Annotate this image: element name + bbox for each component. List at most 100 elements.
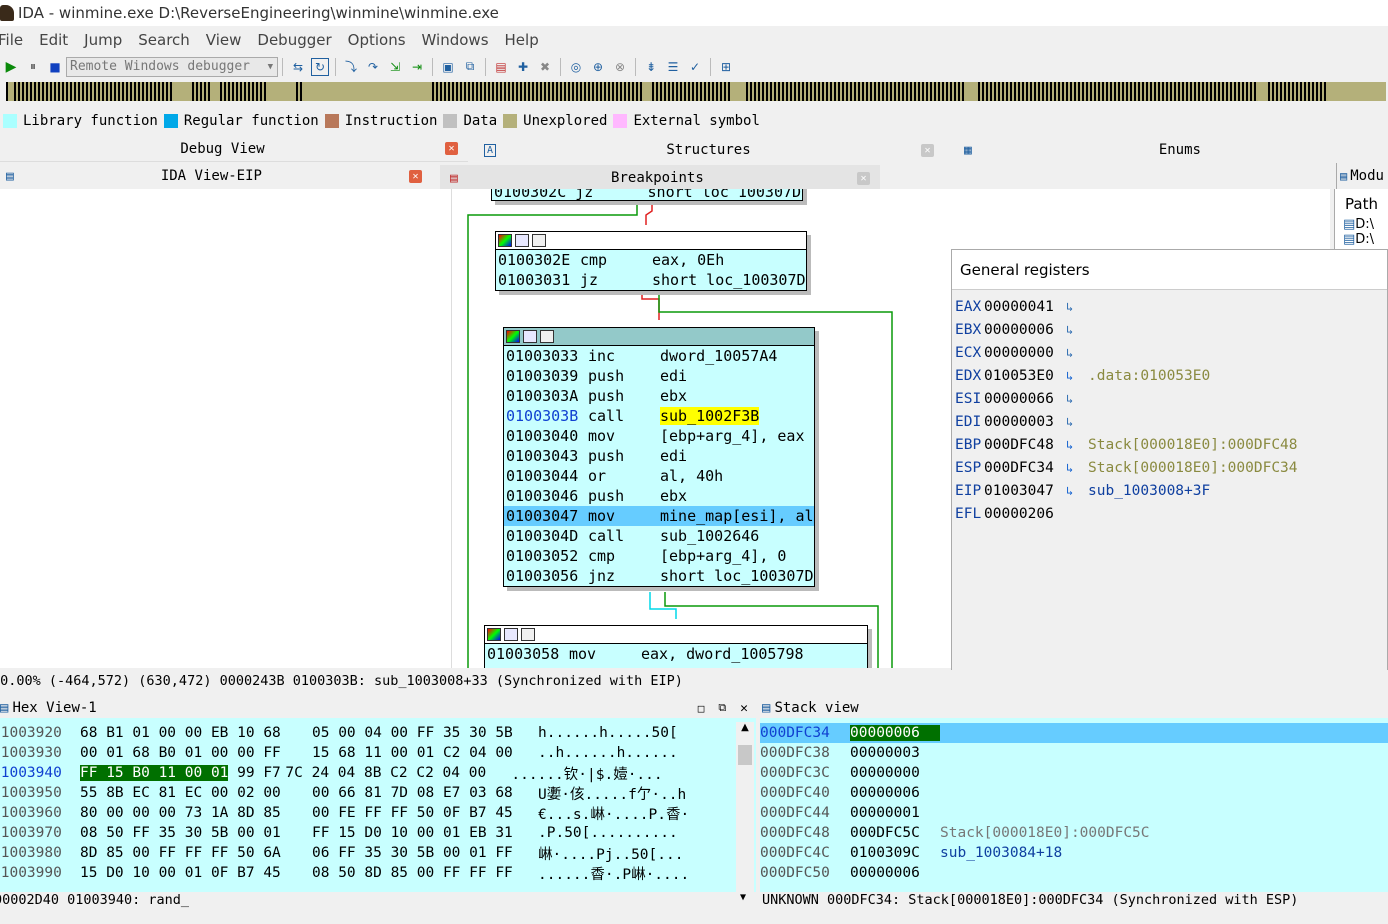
asm-line[interactable]: 0100304D call sub_1002646 [504,526,814,546]
debugger-select[interactable]: Remote Windows debugger ▼ [66,56,278,77]
graph-icon[interactable] [521,628,535,641]
tab-modules[interactable]: ▤ Modu [1336,163,1388,189]
asm-line[interactable]: 01003031 jz short loc_100307D [496,270,806,290]
float-icon[interactable]: ⧉ [718,701,726,715]
delete-breakpoint-icon[interactable]: ✖ [536,58,554,76]
asm-line[interactable]: 01003044 or al, 40h [504,466,814,486]
scroll-up-icon[interactable]: ▲ [736,722,754,733]
hex-row[interactable]: 0100397008 50 FF 35 30 5B 00 01FF 15 D0 … [0,823,756,843]
graph-block-partial-top[interactable]: 0100302C jz short loc_100307D [491,189,803,201]
register-edi[interactable]: EDI 00000003 ↳ [952,410,1387,433]
menu-jump[interactable]: Jump [84,31,122,49]
tab-ida-view-eip[interactable]: ▤ IDA View-EIP ✕ [0,163,432,189]
detach-icon[interactable]: ↻ [311,57,329,76]
menu-file[interactable]: File [0,31,23,49]
stack-row-current[interactable]: 000DFC34 00000006 [760,723,1388,743]
module-row[interactable]: ▤ D:\ [1343,232,1388,247]
register-esp[interactable]: ESP 000DFC34 ↳ Stack[000018E0]:000DFC34 [952,456,1387,479]
asm-line[interactable]: 01003058 mov eax, dword_1005798 [485,644,867,664]
tab-structures[interactable]: A Structures ✕ [472,137,944,163]
modules-icon[interactable]: ⊞ [717,58,735,76]
breakpoint-list-icon[interactable]: ▤ [492,58,510,76]
add-trace-icon[interactable]: ⊕ [589,58,607,76]
stack-row[interactable]: 000DFC38 00000003 [760,743,1388,763]
graph-line-partial[interactable]: 0100302C jz short loc_100307D [492,189,802,200]
stack-row[interactable]: 000DFC4C 0100309C sub_1003084+18 [760,843,1388,863]
hex-row[interactable]: 0100393000 01 68 B0 01 00 00 FF15 68 11 … [0,743,756,763]
menu-options[interactable]: Options [348,31,406,49]
stack-view-pane[interactable]: ▤ Stack view 000DFC34 00000006 000DFC38 00… [760,698,1388,912]
step-into-icon[interactable]: ⤵ [342,58,360,76]
asm-line[interactable]: 0100302E cmp eax, 0Eh [496,250,806,270]
register-efl[interactable]: EFL 00000206 [952,502,1387,525]
register-ebx[interactable]: EBX 00000006 ↳ [952,318,1387,341]
edit-icon[interactable] [504,628,518,641]
hex-row[interactable]: 0100396080 00 00 00 73 1A 8D 8500 FE FF … [0,803,756,823]
stack-row[interactable]: 000DFC50 00000006 [760,863,1388,883]
registers-title[interactable]: General registers [952,250,1387,290]
asm-line[interactable]: 01003040 mov [ebp+arg_4], eax [504,426,814,446]
close-icon[interactable]: ✕ [445,142,458,155]
register-ecx[interactable]: ECX 00000000 ↳ [952,341,1387,364]
color-palette-icon[interactable] [487,628,501,641]
window-icon[interactable]: ▣ [439,58,457,76]
asm-line-current-eip[interactable]: 01003047 mov mine_map[esi], al [504,506,814,526]
hex-row[interactable]: 010039808D 85 00 FF FF FF 50 6A06 FF 35 … [0,843,756,863]
asm-line[interactable]: 01003056 jnz short loc_100307D [504,566,814,586]
modules-path-header[interactable]: Path [1345,195,1388,213]
hex-view-pane[interactable]: ▤ Hex View-1 □ ⧉ ✕ 0100392068 B1 01 00 0… [0,698,756,912]
menu-edit[interactable]: Edit [39,31,68,49]
menu-windows[interactable]: Windows [422,31,489,49]
stack-row[interactable]: 000DFC3C 00000000 [760,763,1388,783]
menu-help[interactable]: Help [505,31,539,49]
graph-block-cmp[interactable]: 0100302E cmp eax, 0Eh 01003031 jz short loc_… [495,231,807,291]
add-breakpoint-icon[interactable]: ✚ [514,58,532,76]
hex-row[interactable]: 0100399015 D0 10 00 01 0F B7 4508 50 8D … [0,863,756,883]
hex-scrollbar[interactable]: ▲ [736,722,754,912]
register-esi[interactable]: ESI 00000066 ↳ [952,387,1387,410]
graph-block-main[interactable]: 01003033 inc dword_10057A4 01003039 push edi… [503,327,815,587]
close-icon[interactable]: ✕ [857,171,870,185]
stack-row[interactable]: 000DFC48 000DFC5C Stack[000018E0]:000DFC5C [760,823,1388,843]
stack-row[interactable]: 000DFC40 00000006 [760,783,1388,803]
menu-view[interactable]: View [206,31,242,49]
tab-debug-view[interactable]: Debug View ✕ [0,136,468,162]
register-eax[interactable]: EAX 00000041 ↳ [952,295,1387,318]
register-eip[interactable]: EIP 01003047 ↳ sub_1003008+3F [952,479,1387,502]
function-list-icon[interactable]: ☰ [664,58,682,76]
asm-line[interactable]: 0100303A push ebx [504,386,814,406]
stack-trace-icon[interactable]: ⇟ [642,58,660,76]
menu-search[interactable]: Search [138,31,190,49]
tab-enums[interactable]: ▦ Enums [950,137,1388,163]
checklist-icon[interactable]: ✓ [686,58,704,76]
clear-trace-icon[interactable]: ⊗ [611,58,629,76]
graph-block-bottom[interactable]: 01003058 mov eax, dword_1005798 [484,625,868,668]
color-palette-icon[interactable] [506,330,520,343]
asm-line[interactable]: 01003033 inc dword_10057A4 [504,346,814,366]
asm-line-breakpoint[interactable]: 0100303B call sub_1002F3B [504,406,814,426]
hex-row[interactable]: 0100392068 B1 01 00 00 EB 10 6805 00 04 … [0,723,756,743]
tab-breakpoints[interactable]: ▤ Breakpoints ✕ [440,165,880,191]
stop-icon[interactable]: ■ [46,58,64,76]
close-icon[interactable]: ✕ [921,143,934,157]
attach-icon[interactable]: ⇆ [289,58,307,76]
scroll-thumb[interactable] [738,745,752,765]
edit-icon[interactable] [523,330,537,343]
scroll-down-icon[interactable]: ▼ [740,892,746,903]
asm-line[interactable]: 01003039 push edi [504,366,814,386]
windows-icon[interactable]: ⧉ [461,58,479,76]
asm-line[interactable]: 01003043 push edi [504,446,814,466]
graph-icon[interactable] [540,330,554,343]
stack-row[interactable]: 000DFC44 00000001 [760,803,1388,823]
menu-debugger[interactable]: Debugger [257,31,331,49]
asm-line[interactable]: 01003046 push ebx [504,486,814,506]
play-icon[interactable]: ▶ [2,58,20,76]
return-icon[interactable]: ⇥ [408,58,426,76]
graph-icon[interactable] [532,234,546,247]
asm-line[interactable]: 01003052 cmp [ebp+arg_4], 0 [504,546,814,566]
run-to-cursor-icon[interactable]: ⇲ [386,58,404,76]
close-icon[interactable]: ✕ [740,701,748,716]
step-over-icon[interactable]: ↷ [364,58,382,76]
maximize-icon[interactable]: □ [698,702,705,715]
module-row[interactable]: ▤ D:\ [1343,217,1388,232]
